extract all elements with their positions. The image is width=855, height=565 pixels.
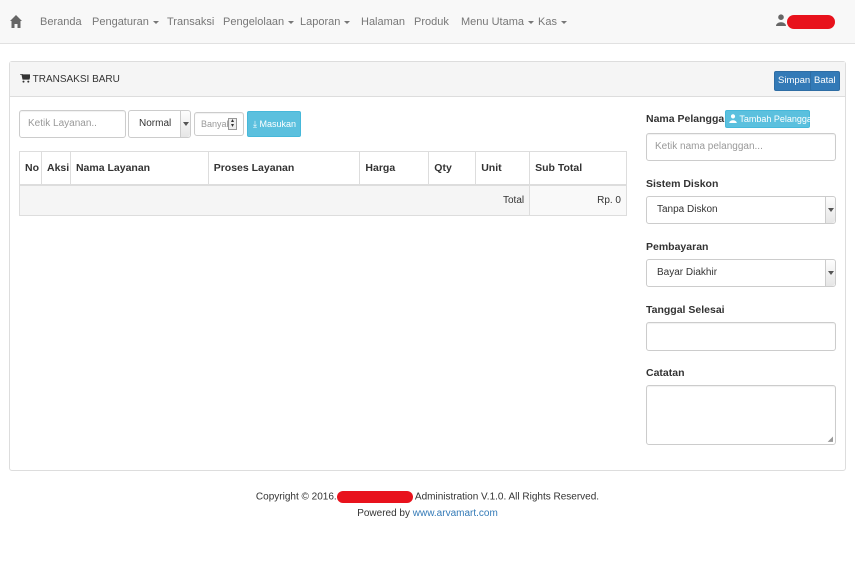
user-menu[interactable] xyxy=(776,14,786,29)
copyright-suffix: Administration V.1.0. All Rights Reserve… xyxy=(414,491,600,503)
col-unit: Unit xyxy=(475,151,531,186)
col-proses-layanan: Proses Layanan xyxy=(207,151,361,186)
nav-kas[interactable]: Kas xyxy=(538,16,567,28)
add-customer-label: Tambah Pelanggan xyxy=(739,114,817,124)
add-service-button[interactable]: ⤓ Masukan xyxy=(247,111,301,137)
nav-halaman[interactable]: Halaman xyxy=(361,16,405,28)
resize-handle-icon[interactable]: ◢ xyxy=(828,435,833,443)
copyright-prefix: Copyright © 2016. xyxy=(255,491,337,503)
chevron-down-icon xyxy=(825,197,835,223)
notes-textarea[interactable]: ◢ xyxy=(646,385,836,445)
col-sub-total: Sub Total xyxy=(529,151,627,186)
nav-laporan[interactable]: Laporan xyxy=(300,16,351,28)
powered-line: Powered by www.arvamart.com xyxy=(0,508,855,519)
discount-label: Sistem Diskon xyxy=(646,178,719,190)
powered-link[interactable]: www.arvamart.com xyxy=(413,508,498,519)
add-service-label: Masukan xyxy=(259,119,297,129)
col-no: No xyxy=(19,151,42,186)
caret-down-icon xyxy=(152,20,159,24)
caret-down-icon xyxy=(560,20,567,24)
save-button[interactable]: Simpan xyxy=(774,71,815,91)
panel-title: TRANSAKSI BARU xyxy=(20,73,120,85)
redacted-username xyxy=(787,15,835,29)
caret-down-icon xyxy=(527,20,534,24)
qty-input[interactable]: Banyak ▴ ▾ xyxy=(194,112,244,136)
spinner-icon[interactable]: ▴ ▾ xyxy=(228,118,237,130)
customer-name-input[interactable]: Ketik nama pelanggan... xyxy=(646,133,836,161)
nav-beranda[interactable]: Beranda xyxy=(40,16,82,28)
user-icon xyxy=(729,114,737,123)
copyright-line: Copyright © 2016. Administration V.1.0. … xyxy=(0,491,855,503)
redacted-company-name xyxy=(336,491,413,503)
qty-placeholder: Banyak xyxy=(201,119,232,129)
col-aksi: Aksi xyxy=(40,151,71,186)
nav-transaksi[interactable]: Transaksi xyxy=(167,16,214,28)
col-qty: Qty xyxy=(428,151,477,186)
panel-heading: TRANSAKSI BARU Simpan Batal xyxy=(10,62,845,97)
col-harga: Harga xyxy=(359,151,430,186)
finish-date-label: Tanggal Selesai xyxy=(646,304,725,316)
payment-label: Pembayaran xyxy=(646,241,709,253)
service-type-select[interactable]: Normal xyxy=(128,110,191,138)
chevron-down-icon xyxy=(825,260,835,286)
add-customer-button[interactable]: Tambah Pelanggan xyxy=(725,110,817,128)
notes-label: Catatan xyxy=(646,367,685,379)
payment-select[interactable]: Bayar Diakhir xyxy=(646,259,836,287)
service-type-value: Normal xyxy=(139,118,172,129)
navbar: Beranda Pengaturan Transaksi Pengelolaan… xyxy=(0,0,855,44)
customer-label: Nama Pelanggan | xyxy=(646,113,737,125)
discount-value: Tanpa Diskon xyxy=(657,204,718,215)
cancel-button[interactable]: Batal xyxy=(810,71,840,91)
payment-value: Bayar Diakhir xyxy=(657,267,718,278)
total-row: Total Rp. 0 xyxy=(18,184,627,216)
caret-down-icon xyxy=(288,20,295,24)
cart-icon xyxy=(20,73,31,83)
home-icon[interactable] xyxy=(9,14,23,29)
powered-prefix: Powered by xyxy=(357,508,410,519)
items-table: No Aksi Nama Layanan Proses Layanan Harg… xyxy=(18,151,627,216)
finish-date-input[interactable] xyxy=(646,322,836,351)
nav-menu-utama[interactable]: Menu Utama xyxy=(461,16,534,28)
total-label: Total xyxy=(18,184,531,216)
nav-pengelolaan[interactable]: Pengelolaan xyxy=(223,16,295,28)
service-search-input[interactable]: Ketik Layanan.. xyxy=(19,110,126,138)
download-icon: ⤓ xyxy=(253,119,257,129)
nav-produk[interactable]: Produk xyxy=(414,16,449,28)
caret-down-icon xyxy=(344,20,351,24)
chevron-down-icon xyxy=(180,111,190,137)
discount-select[interactable]: Tanpa Diskon xyxy=(646,196,836,224)
user-icon xyxy=(776,14,786,26)
table-header-row: No Aksi Nama Layanan Proses Layanan Harg… xyxy=(19,151,627,186)
col-nama-layanan: Nama Layanan xyxy=(69,151,209,186)
panel-title-text: TRANSAKSI BARU xyxy=(32,74,120,85)
nav-pengaturan[interactable]: Pengaturan xyxy=(92,16,159,28)
total-value: Rp. 0 xyxy=(529,184,627,216)
